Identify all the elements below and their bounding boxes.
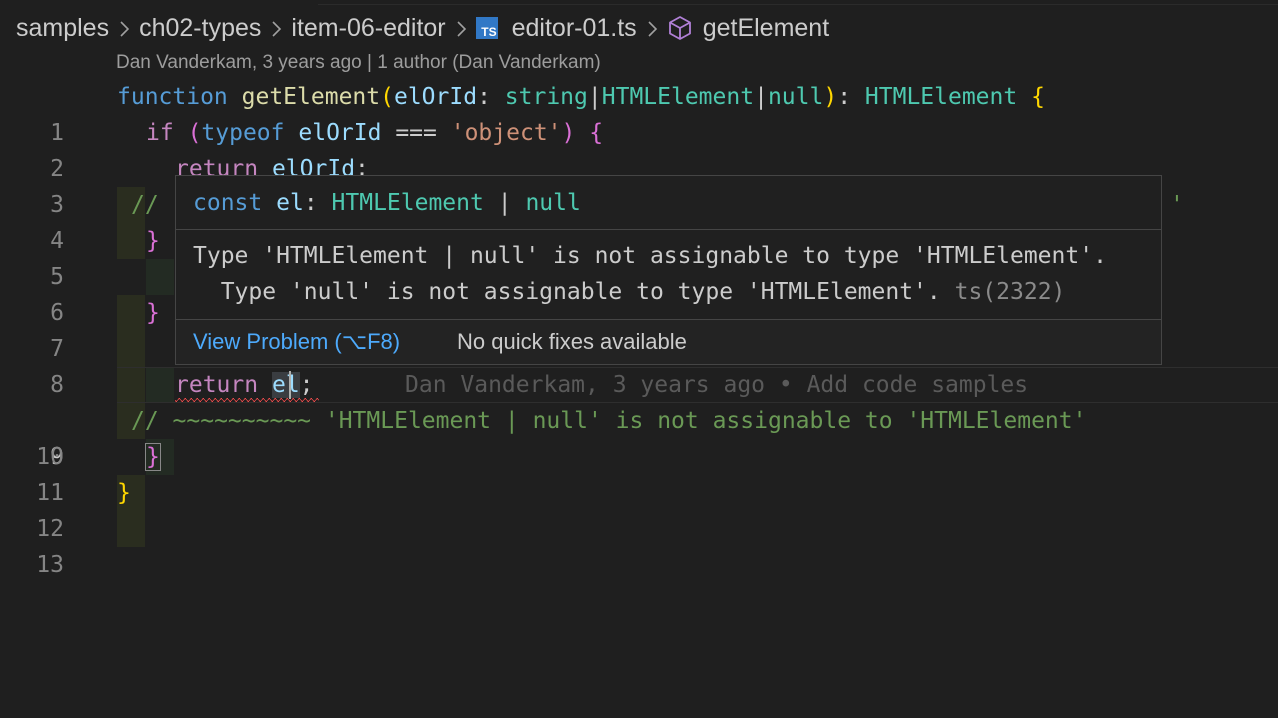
token: elOrId: [298, 120, 382, 146]
breadcrumb: samples ch02-types item-06-editor TS edi…: [16, 10, 829, 46]
code-text: }: [145, 439, 161, 475]
token: (: [187, 120, 202, 146]
token: {: [589, 120, 604, 146]
hover-status-bar: View Problem (⌥F8) No quick fixes availa…: [176, 319, 1161, 364]
code-line[interactable]: 13: [0, 511, 1278, 578]
token: elOrId: [393, 84, 478, 110]
code-line[interactable]: 11 }: [0, 439, 1278, 547]
token: HTMLElement: [331, 190, 484, 216]
chevron-right-icon: [261, 14, 291, 43]
title-bar-edge: [0, 0, 1278, 6]
token: l: [285, 372, 300, 398]
token: {: [1031, 84, 1045, 110]
code-line[interactable]: 12 }: [0, 475, 1278, 542]
codelens-blame-header[interactable]: Dan Vanderkam, 3 years ago | 1 author (D…: [116, 52, 601, 74]
token: el: [276, 190, 304, 216]
token: 'object': [450, 120, 562, 146]
token: }: [117, 480, 131, 506]
hover-tooltip: const el: HTMLElement | null Type 'HTMLE…: [175, 175, 1162, 365]
token: ;: [299, 372, 314, 398]
code-text: ': [1170, 187, 1184, 223]
token: if: [146, 120, 174, 146]
token: |: [587, 84, 602, 110]
chevron-right-icon: [446, 14, 476, 43]
text-cursor: [289, 371, 291, 399]
view-problem-link[interactable]: View Problem (⌥F8): [193, 320, 400, 364]
token: typeof: [201, 120, 285, 146]
hover-signature: const el: HTMLElement | null: [176, 176, 1161, 230]
token: }: [146, 300, 160, 326]
breadcrumb-item-file[interactable]: editor-01.ts: [512, 14, 637, 43]
hover-error-message: Type 'HTMLElement | null' is not assigna…: [193, 238, 1153, 310]
inline-blame-annotation: Dan Vanderkam, 3 years ago • Add code sa…: [405, 372, 1029, 398]
token: :: [477, 84, 491, 110]
code-text: if (typeof elOrId === 'object') {: [146, 115, 603, 151]
token: |: [754, 84, 768, 110]
token: HTMLElement: [864, 84, 1018, 110]
code-text: }: [146, 223, 160, 259]
token: function: [117, 84, 228, 110]
token: (: [380, 84, 394, 110]
code-text: //: [131, 187, 159, 223]
symbol-method-cube-icon: [668, 16, 691, 40]
code-text: }: [117, 475, 131, 511]
token: HTMLElement: [601, 84, 755, 110]
token: ': [1170, 192, 1184, 218]
code-comment: // ~~~~~~~~~~ 'HTMLElement | null' is no…: [131, 408, 1087, 434]
line-number: 13: [36, 552, 64, 578]
error-message-line: Type 'HTMLElement | null' is not assigna…: [193, 243, 1107, 269]
token: string: [504, 84, 588, 110]
token: ): [561, 120, 576, 146]
error-squiggle[interactable]: [175, 398, 319, 402]
breadcrumb-item-ch02-types[interactable]: ch02-types: [139, 14, 261, 43]
code-text: }: [146, 295, 160, 331]
code-text: function getElement(elOrId: string|HTMLE…: [117, 79, 1045, 115]
token: |: [497, 190, 512, 216]
breadcrumb-item-item-06-editor[interactable]: item-06-editor: [291, 14, 445, 43]
token: const: [193, 190, 263, 216]
typescript-file-icon-label: TS: [481, 25, 497, 39]
code-line-current[interactable]: 9 return el; Dan Vanderkam, 3 years ago …: [0, 367, 1278, 511]
token: //: [131, 192, 159, 218]
breadcrumb-item-samples[interactable]: samples: [16, 14, 109, 43]
token: e: [271, 372, 286, 398]
error-message-line: Type 'null' is not assignable to type 'H…: [193, 279, 941, 305]
token: :: [303, 190, 318, 216]
error-code: ts(2322): [954, 279, 1066, 305]
token: }: [145, 443, 161, 471]
code-line[interactable]: 1 function getElement(elOrId: string|HTM…: [0, 79, 1278, 146]
chevron-right-icon: [109, 14, 139, 43]
token: getElement: [241, 84, 381, 110]
token: }: [146, 228, 160, 254]
code-line[interactable]: 2 if (typeof elOrId === 'object') {: [0, 115, 1278, 223]
no-quick-fixes-label: No quick fixes available: [457, 329, 687, 354]
typescript-file-icon: TS: [475, 17, 498, 39]
token: :: [837, 84, 852, 110]
token: ===: [395, 120, 437, 146]
code-line[interactable]: 10 // ~~~~~~~~~~ 'HTMLElement | null' is…: [0, 403, 1278, 470]
token: ): [823, 84, 838, 110]
token: return: [175, 372, 259, 398]
token: null: [767, 84, 824, 110]
breadcrumb-item-symbol[interactable]: getElement: [703, 14, 829, 43]
token: null: [525, 190, 581, 216]
chevron-right-icon: [637, 14, 667, 43]
